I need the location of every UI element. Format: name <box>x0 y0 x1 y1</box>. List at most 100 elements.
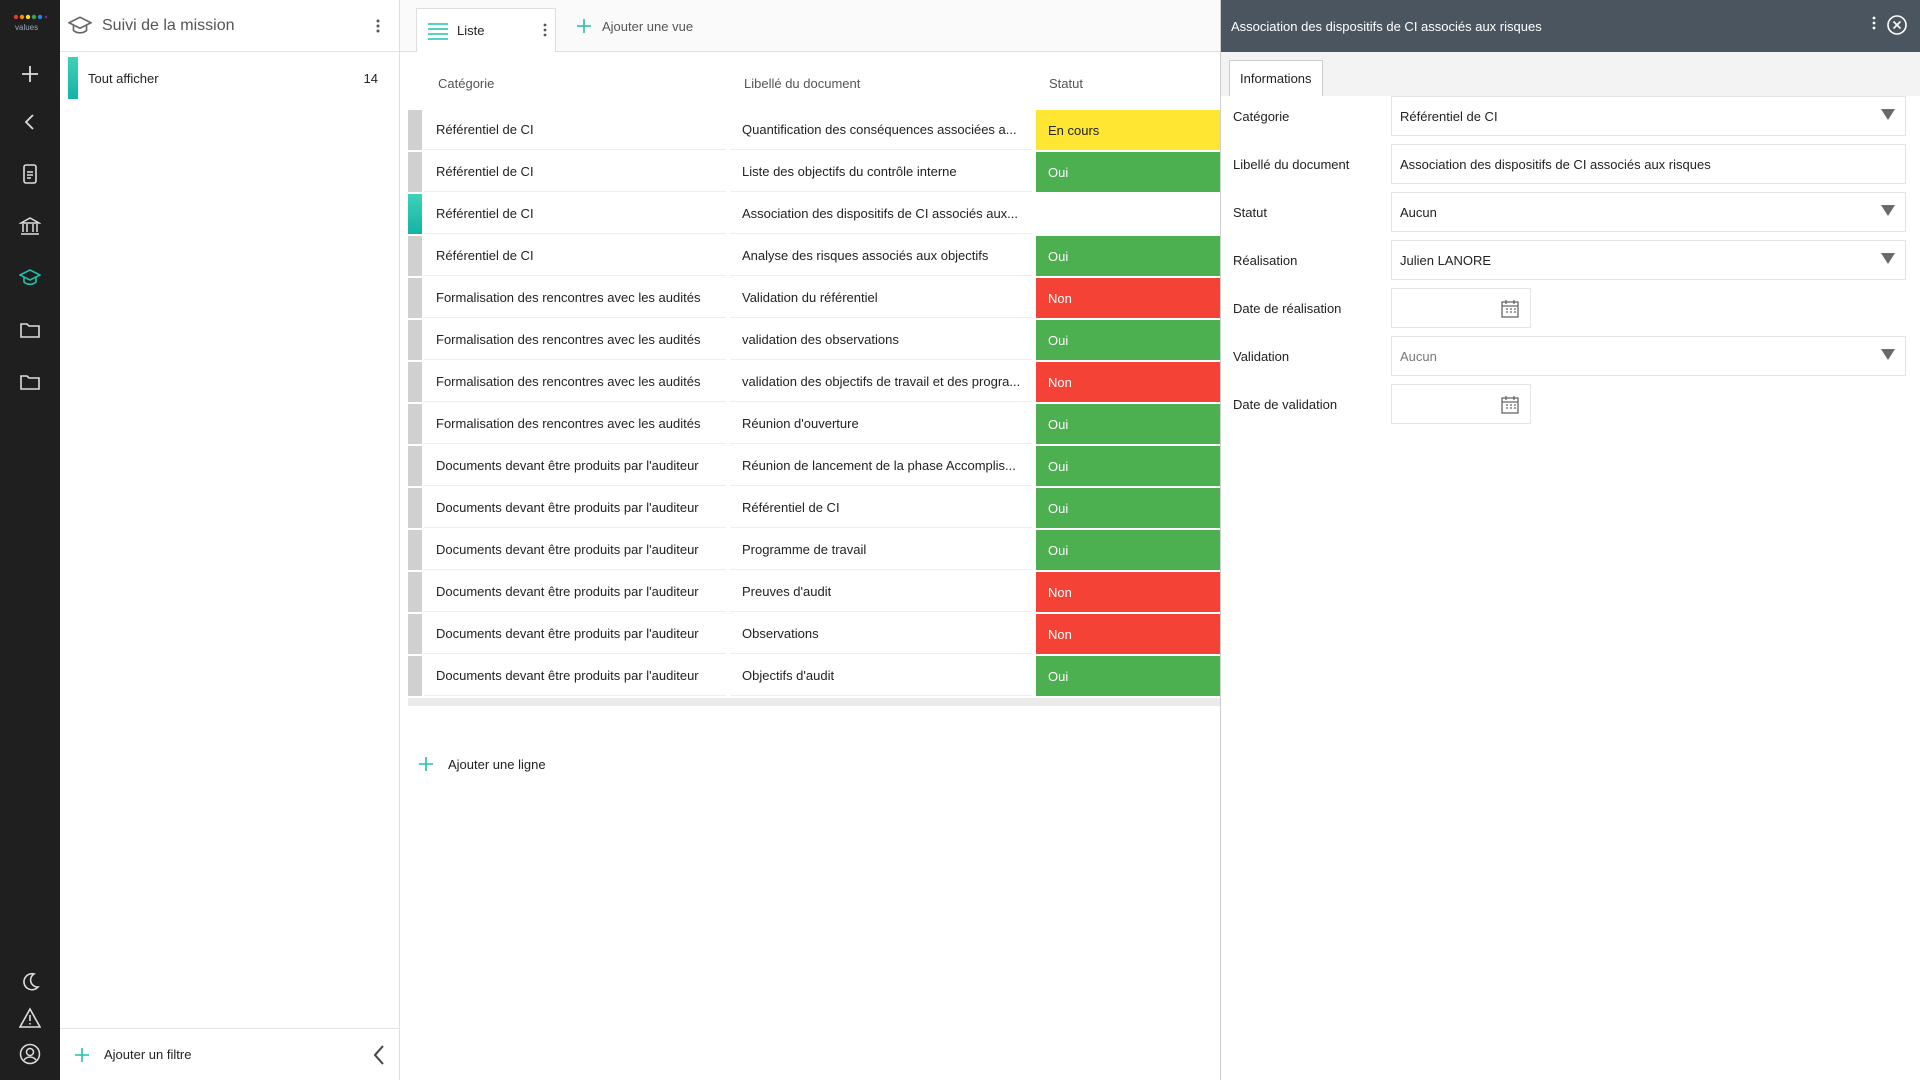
bank-icon[interactable] <box>18 214 42 238</box>
graduation-cap-icon[interactable] <box>18 266 42 290</box>
cell-category[interactable]: Référentiel de CI <box>424 110 726 150</box>
cell-label[interactable]: Liste des objectifs du contrôle interne <box>730 152 1032 192</box>
row-handle[interactable] <box>408 320 422 360</box>
cell-category[interactable]: Formalisation des rencontres avec les au… <box>424 320 726 360</box>
cell-status[interactable]: Non <box>1036 614 1220 654</box>
row-handle[interactable] <box>408 152 422 192</box>
cell-status[interactable]: Oui <box>1036 488 1220 528</box>
table-scrollbar[interactable] <box>408 698 1220 706</box>
back-icon[interactable] <box>18 110 42 134</box>
cell-category[interactable]: Référentiel de CI <box>424 194 726 234</box>
cell-category[interactable]: Documents devant être produits par l'aud… <box>424 614 726 654</box>
column-header-label[interactable]: Libellé du document <box>744 76 860 91</box>
table-row[interactable]: Formalisation des rencontres avec les au… <box>408 278 1220 318</box>
row-handle[interactable] <box>408 110 422 150</box>
cell-label[interactable]: validation des objectifs de travail et d… <box>730 362 1032 402</box>
row-handle[interactable] <box>408 362 422 402</box>
row-handle[interactable] <box>408 446 422 486</box>
more-options-icon[interactable] <box>543 23 547 37</box>
cell-label[interactable]: Analyse des risques associés aux objecti… <box>730 236 1032 276</box>
cell-category[interactable]: Formalisation des rencontres avec les au… <box>424 404 726 444</box>
cell-label[interactable]: validation des observations <box>730 320 1032 360</box>
cell-label[interactable]: Validation du référentiel <box>730 278 1032 318</box>
column-header-category[interactable]: Catégorie <box>438 76 494 91</box>
dropdown-arrow-icon[interactable] <box>1881 349 1895 360</box>
date-field[interactable] <box>1391 288 1531 328</box>
select-field[interactable]: Référentiel de CI <box>1391 96 1906 136</box>
add-line-button[interactable]: Ajouter une ligne <box>418 756 546 772</box>
cell-status[interactable]: Non <box>1036 572 1220 612</box>
row-handle[interactable] <box>408 404 422 444</box>
row-handle[interactable] <box>408 572 422 612</box>
select-field[interactable]: Aucun <box>1391 336 1906 376</box>
cell-status[interactable]: Oui <box>1036 446 1220 486</box>
cell-label[interactable]: Référentiel de CI <box>730 488 1032 528</box>
row-handle[interactable] <box>408 236 422 276</box>
cell-status[interactable]: Oui <box>1036 152 1220 192</box>
cell-category[interactable]: Documents devant être produits par l'aud… <box>424 488 726 528</box>
cell-label[interactable]: Réunion d'ouverture <box>730 404 1032 444</box>
table-row[interactable]: Formalisation des rencontres avec les au… <box>408 404 1220 444</box>
calendar-icon[interactable] <box>1500 299 1520 319</box>
filter-item-show-all[interactable]: Tout afficher 14 <box>68 56 394 100</box>
row-handle[interactable] <box>408 530 422 570</box>
moon-icon[interactable] <box>18 970 42 994</box>
table-row[interactable]: Documents devant être produits par l'aud… <box>408 656 1220 696</box>
table-row[interactable]: Documents devant être produits par l'aud… <box>408 614 1220 654</box>
cell-label[interactable]: Programme de travail <box>730 530 1032 570</box>
folder-icon[interactable] <box>18 370 42 394</box>
table-row[interactable]: Formalisation des rencontres avec les au… <box>408 320 1220 360</box>
select-field[interactable]: Julien LANORE <box>1391 240 1906 280</box>
column-header-status[interactable]: Statut <box>1049 76 1083 91</box>
add-icon[interactable] <box>18 62 42 86</box>
date-field[interactable] <box>1391 384 1531 424</box>
more-options-icon[interactable] <box>1872 16 1876 30</box>
table-row[interactable]: Référentiel de CI Liste des objectifs du … <box>408 152 1220 192</box>
tab-liste[interactable]: Liste <box>416 8 556 52</box>
table-row[interactable]: Référentiel de CI Quantification des cons… <box>408 110 1220 150</box>
cell-status[interactable]: Oui <box>1036 236 1220 276</box>
dropdown-arrow-icon[interactable] <box>1881 109 1895 120</box>
document-icon[interactable] <box>18 162 42 186</box>
collapse-panel-icon[interactable] <box>368 1043 392 1067</box>
select-field[interactable]: Aucun <box>1391 192 1906 232</box>
cell-category[interactable]: Documents devant être produits par l'aud… <box>424 572 726 612</box>
warning-icon[interactable] <box>18 1006 42 1030</box>
row-handle[interactable] <box>408 194 422 234</box>
cell-status[interactable]: Non <box>1036 278 1220 318</box>
text-field[interactable]: Association des dispositifs de CI associ… <box>1391 144 1906 184</box>
table-row[interactable]: Documents devant être produits par l'aud… <box>408 488 1220 528</box>
table-row[interactable]: Documents devant être produits par l'aud… <box>408 530 1220 570</box>
cell-category[interactable]: Formalisation des rencontres avec les au… <box>424 362 726 402</box>
cell-status[interactable]: Non <box>1036 362 1220 402</box>
row-handle[interactable] <box>408 614 422 654</box>
more-options-icon[interactable] <box>368 16 388 36</box>
add-filter-button[interactable]: Ajouter un filtre <box>74 1047 191 1063</box>
cell-category[interactable]: Documents devant être produits par l'aud… <box>424 656 726 696</box>
cell-category[interactable]: Référentiel de CI <box>424 152 726 192</box>
cell-status[interactable]: Oui <box>1036 530 1220 570</box>
folder-icon[interactable] <box>18 318 42 342</box>
cell-label[interactable]: Objectifs d'audit <box>730 656 1032 696</box>
cell-label[interactable]: Observations <box>730 614 1032 654</box>
cell-label[interactable]: Quantification des conséquences associée… <box>730 110 1032 150</box>
add-view-button[interactable]: Ajouter une vue <box>576 18 693 34</box>
cell-status[interactable]: Oui <box>1036 404 1220 444</box>
cell-category[interactable]: Documents devant être produits par l'aud… <box>424 446 726 486</box>
cell-category[interactable]: Référentiel de CI <box>424 236 726 276</box>
cell-status[interactable]: Oui <box>1036 320 1220 360</box>
cell-label[interactable]: Preuves d'audit <box>730 572 1032 612</box>
table-row[interactable]: Référentiel de CI Association des disposi… <box>408 194 1220 234</box>
cell-status[interactable]: Oui <box>1036 656 1220 696</box>
cell-label[interactable]: Association des dispositifs de CI associ… <box>730 194 1032 234</box>
cell-status[interactable] <box>1036 194 1220 234</box>
table-row[interactable]: Formalisation des rencontres avec les au… <box>408 362 1220 402</box>
table-row[interactable]: Documents devant être produits par l'aud… <box>408 446 1220 486</box>
calendar-icon[interactable] <box>1500 395 1520 415</box>
table-row[interactable]: Documents devant être produits par l'aud… <box>408 572 1220 612</box>
row-handle[interactable] <box>408 656 422 696</box>
dropdown-arrow-icon[interactable] <box>1881 253 1895 264</box>
cell-category[interactable]: Documents devant être produits par l'aud… <box>424 530 726 570</box>
table-row[interactable]: Référentiel de CI Analyse des risques ass… <box>408 236 1220 276</box>
cell-status[interactable]: En cours <box>1036 110 1220 150</box>
